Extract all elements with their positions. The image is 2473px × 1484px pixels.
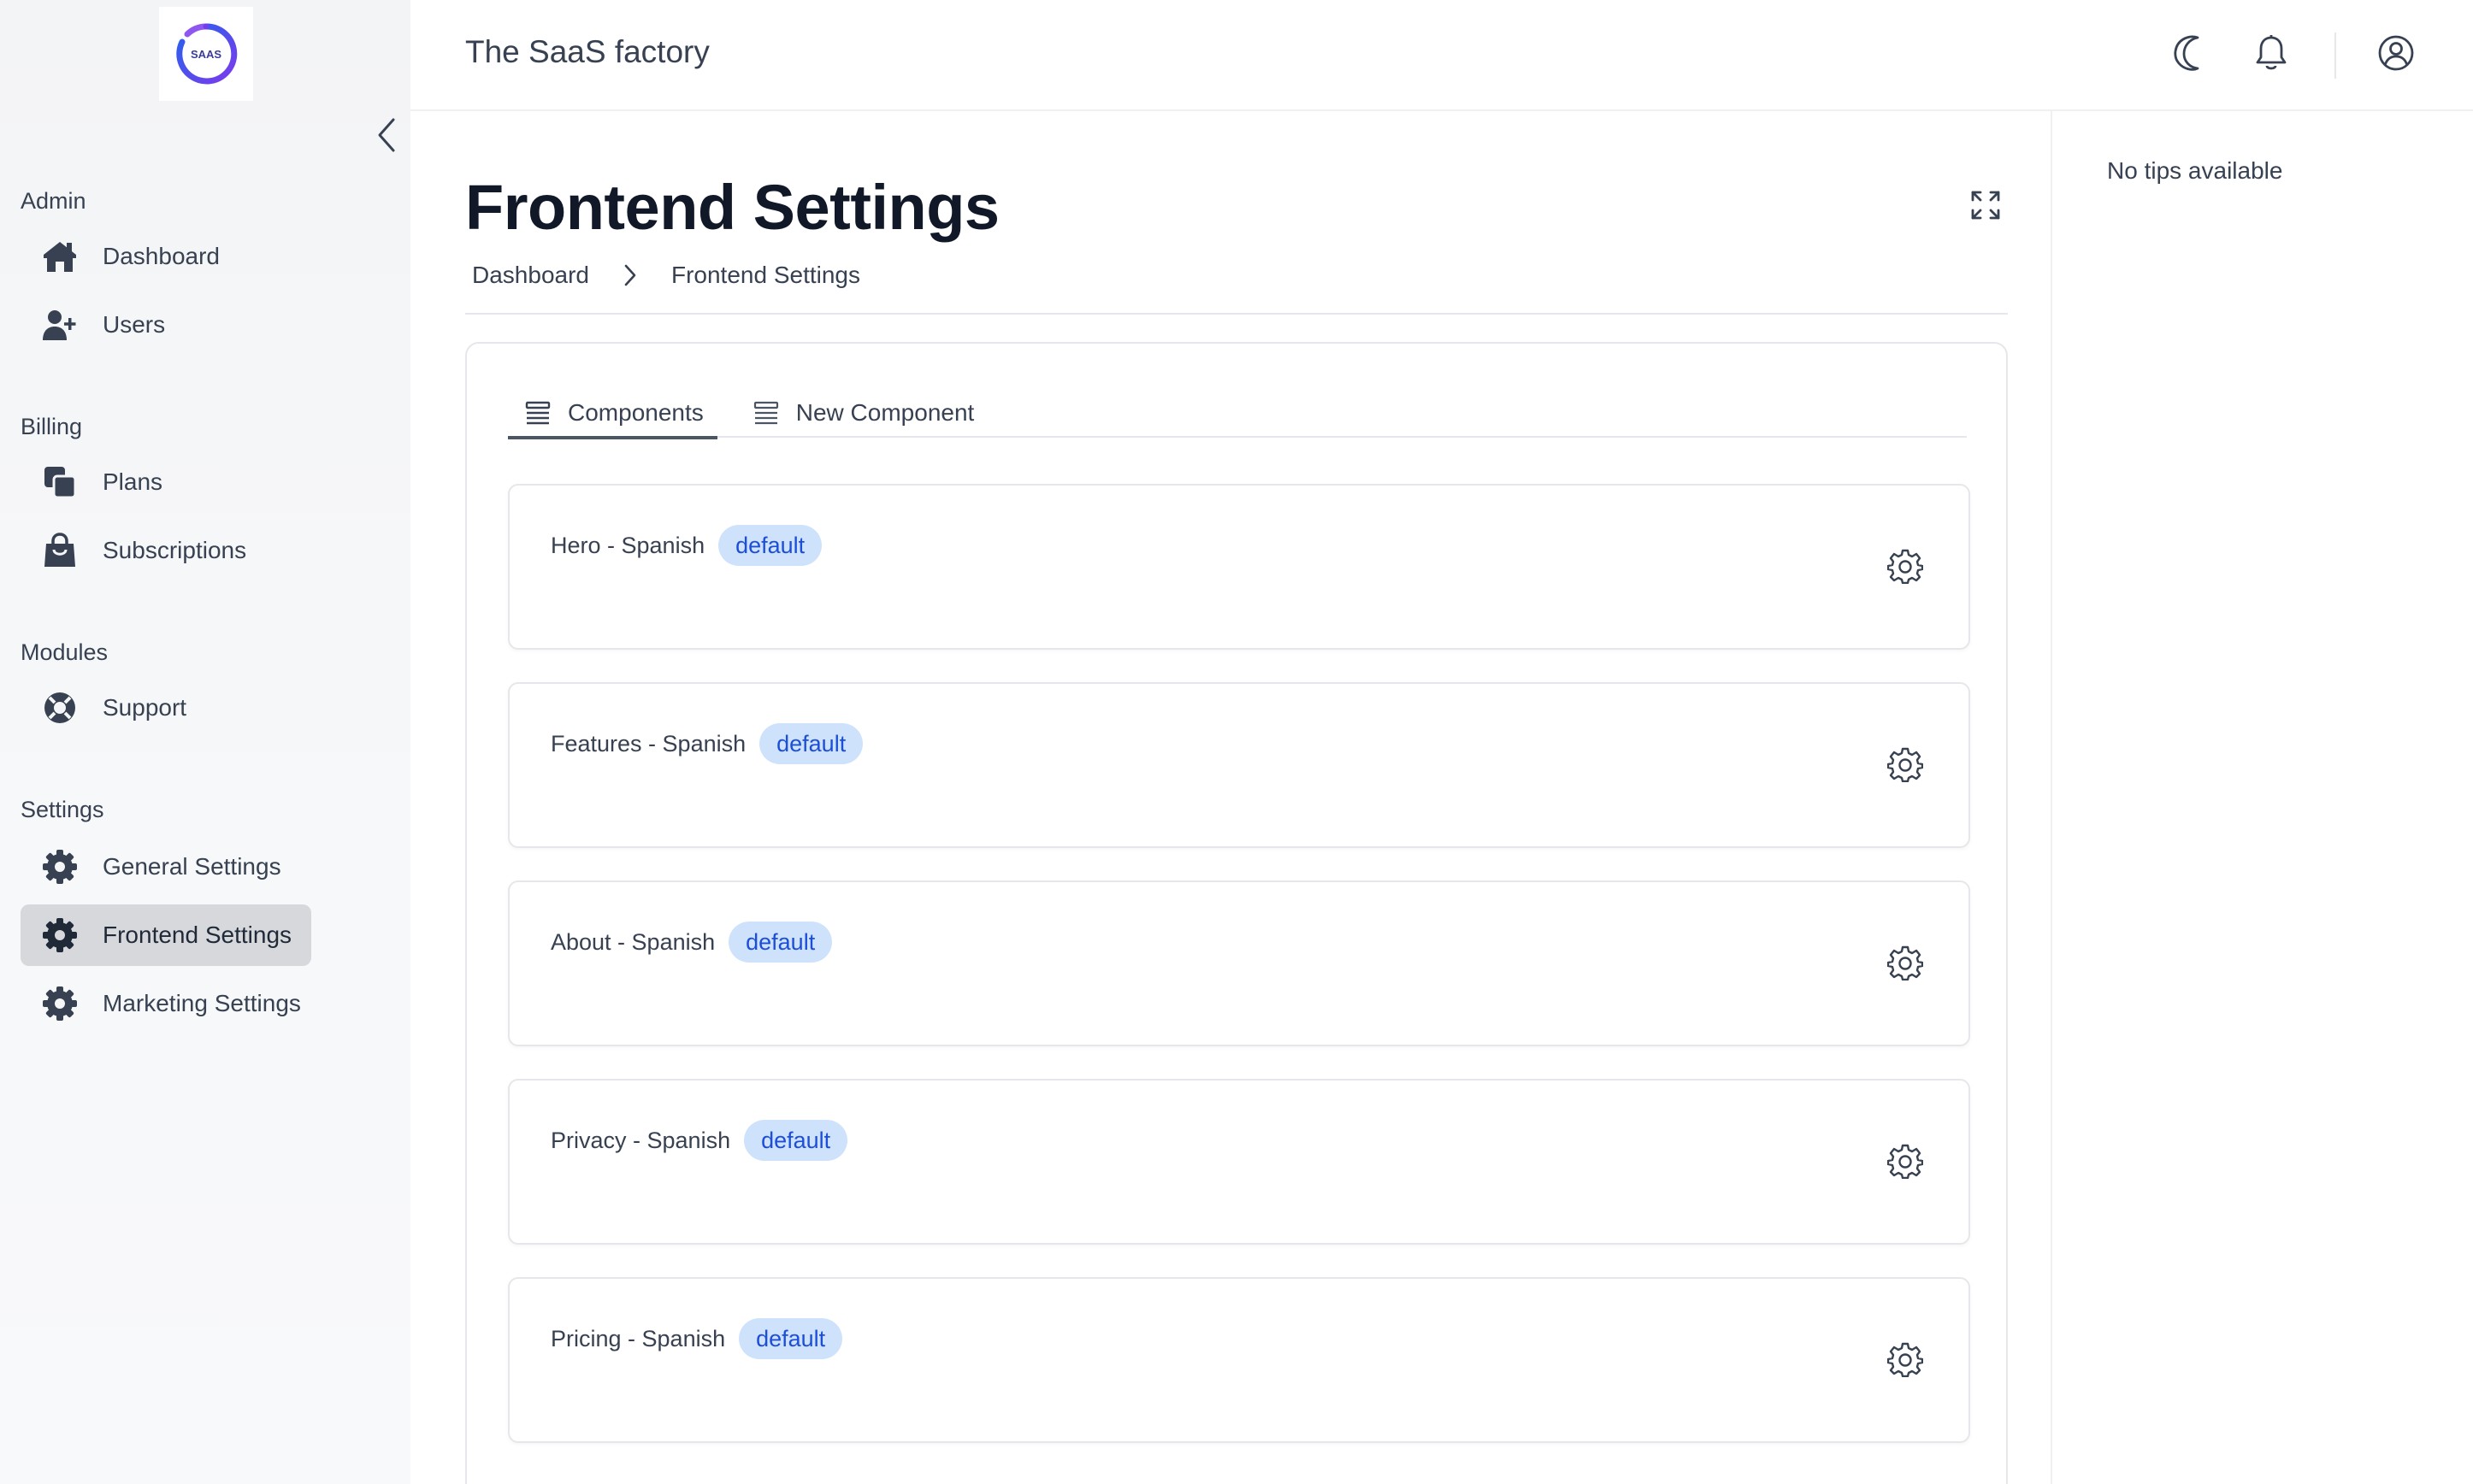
gear-icon (1887, 549, 1923, 584)
nav-section-billing: Billing (21, 414, 83, 439)
page-title: Frontend Settings (465, 172, 1000, 243)
gear-icon (41, 916, 79, 954)
sidebar-item-label: Dashboard (103, 243, 220, 269)
component-settings-button[interactable] (1885, 545, 1926, 586)
chevron-right-icon (623, 263, 637, 287)
sidebar-item-plans[interactable]: Plans (21, 451, 311, 513)
default-badge: default (729, 922, 833, 963)
svg-text:SAAS: SAAS (191, 48, 221, 61)
breadcrumb-current: Frontend Settings (670, 262, 861, 288)
component-settings-button[interactable] (1885, 1339, 1926, 1380)
tab-bar: Components New Component (508, 388, 1967, 439)
saas-logo-icon: SAAS (176, 23, 238, 85)
gear-icon (1887, 945, 1923, 980)
nav-section-admin: Admin (21, 188, 86, 214)
chevron-left-icon (378, 118, 395, 152)
default-badge: default (744, 1120, 848, 1161)
nav-section-settings: Settings (21, 797, 104, 822)
fullscreen-button[interactable] (1967, 186, 2004, 224)
gear-icon (41, 848, 79, 886)
sidebar-item-general-settings[interactable]: General Settings (21, 836, 311, 898)
gear-icon (1887, 747, 1923, 782)
default-badge: default (718, 525, 823, 566)
sidebar-item-label: Subscriptions (103, 537, 247, 563)
component-item-hero[interactable]: Hero - Spanish default (508, 484, 1970, 650)
sidebar-item-frontend-settings[interactable]: Frontend Settings (21, 904, 311, 966)
default-badge: default (759, 723, 864, 764)
component-name: Hero - Spanish (551, 532, 705, 558)
gear-icon (41, 985, 79, 1022)
breadcrumb-dashboard[interactable]: Dashboard (472, 262, 589, 289)
sidebar-item-label: Marketing Settings (103, 990, 301, 1016)
tab-new-component[interactable]: New Component (736, 388, 989, 438)
tips-empty-text: No tips available (2107, 157, 2283, 184)
collapse-sidebar-button[interactable] (369, 115, 404, 156)
component-item-pricing[interactable]: Pricing - Spanish default (508, 1277, 1970, 1443)
component-settings-button[interactable] (1885, 744, 1926, 785)
component-name: Pricing - Spanish (551, 1325, 726, 1352)
notifications-button[interactable] (2249, 31, 2293, 75)
default-badge: default (739, 1318, 843, 1359)
user-menu-button[interactable] (2374, 31, 2418, 75)
sidebar-item-marketing-settings[interactable]: Marketing Settings (21, 973, 328, 1034)
expand-icon (1971, 191, 2000, 220)
sidebar-item-label: Support (103, 694, 187, 721)
components-card: Components New Component Hero - Spanish … (465, 342, 2008, 1484)
divider (465, 313, 2008, 315)
lifebuoy-icon (41, 689, 79, 727)
home-icon (41, 238, 79, 275)
list-icon (525, 401, 551, 425)
sidebar-item-label: General Settings (103, 853, 281, 880)
tab-label: New Component (795, 399, 975, 426)
sidebar-item-support[interactable]: Support (21, 677, 311, 739)
gear-icon (1887, 1342, 1923, 1377)
component-item-privacy[interactable]: Privacy - Spanish default (508, 1079, 1970, 1245)
sidebar-item-label: Users (103, 311, 166, 338)
nav-section-modules: Modules (21, 639, 109, 665)
component-settings-button[interactable] (1885, 942, 1926, 983)
component-name: About - Spanish (551, 928, 716, 955)
bell-icon (2256, 35, 2287, 70)
component-item-about[interactable]: About - Spanish default (508, 880, 1970, 1046)
sidebar-item-label: Frontend Settings (103, 922, 292, 948)
top-bar: The SaaS factory (410, 0, 2473, 111)
component-name: Features - Spanish (551, 730, 747, 757)
tab-components[interactable]: Components (508, 388, 717, 439)
app-logo[interactable]: SAAS (159, 7, 253, 101)
gear-icon (1887, 1144, 1923, 1179)
user-circle-icon (2378, 35, 2414, 71)
topbar-divider (2334, 32, 2336, 79)
component-item-features[interactable]: Features - Spanish default (508, 682, 1970, 848)
sidebar-item-dashboard[interactable]: Dashboard (21, 226, 311, 287)
shopping-bag-icon (41, 532, 79, 569)
theme-toggle-button[interactable] (2169, 31, 2213, 75)
user-plus-icon (41, 306, 79, 344)
sidebar-item-users[interactable]: Users (21, 294, 311, 356)
tips-panel: No tips available (2051, 111, 2473, 1484)
sidebar-item-label: Plans (103, 468, 163, 495)
tab-label: Components (568, 399, 704, 426)
component-settings-button[interactable] (1885, 1140, 1926, 1181)
list-icon (753, 401, 779, 425)
sidebar: SAAS Admin Dashboard Users Billing Plans… (0, 0, 410, 1484)
stack-icon (41, 463, 79, 501)
breadcrumb: Dashboard Frontend Settings (472, 262, 860, 289)
app-title: The SaaS factory (465, 34, 710, 69)
main-content: Frontend Settings Dashboard Frontend Set… (410, 111, 2051, 1484)
sidebar-item-subscriptions[interactable]: Subscriptions (21, 520, 311, 581)
component-name: Privacy - Spanish (551, 1127, 731, 1153)
moon-icon (2174, 35, 2199, 71)
